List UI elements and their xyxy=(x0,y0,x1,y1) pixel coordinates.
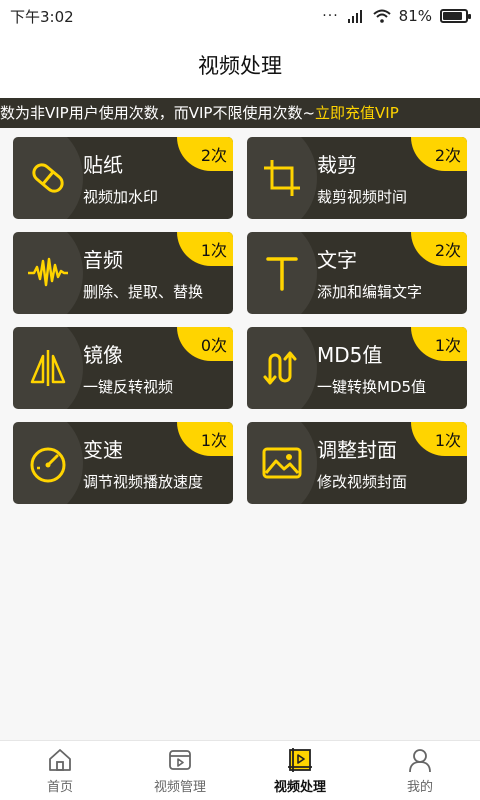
usage-count-badge: 2次 xyxy=(411,137,467,171)
nav-item-video-manage[interactable]: 视频管理 xyxy=(120,741,240,800)
crop-icon xyxy=(247,137,317,219)
card-subtitle: 修改视频封面 xyxy=(317,473,408,491)
nav-item-video-process[interactable]: 视频处理 xyxy=(240,741,360,800)
status-time: 下午3:02 xyxy=(10,7,74,26)
card-subtitle: 添加和编辑文字 xyxy=(317,283,423,301)
feature-card-cover[interactable]: 调整封面 修改视频封面 1次 xyxy=(247,422,467,504)
nav-label: 我的 xyxy=(406,779,433,795)
feature-card-text[interactable]: 文字 添加和编辑文字 2次 xyxy=(247,232,467,314)
video-process-icon xyxy=(288,747,312,772)
signal-icon xyxy=(347,10,362,23)
text-icon xyxy=(247,232,317,314)
card-subtitle: 调节视频播放速度 xyxy=(83,473,204,491)
feature-card-sticker[interactable]: 贴纸 视频加水印 2次 xyxy=(13,137,233,219)
card-title: MD5值 xyxy=(317,343,383,367)
status-icons: ··· 81% xyxy=(322,7,471,25)
battery-percent: 81% xyxy=(398,7,432,25)
feature-card-speed[interactable]: 变速 调节视频播放速度 1次 xyxy=(13,422,233,504)
card-subtitle: 一键反转视频 xyxy=(83,378,174,396)
card-title: 调整封面 xyxy=(317,438,397,462)
feature-card-crop[interactable]: 裁剪 裁剪视频时间 2次 xyxy=(247,137,467,219)
home-icon xyxy=(49,748,71,771)
md5-icon xyxy=(247,327,317,409)
user-icon xyxy=(409,748,431,772)
notice-text: 数为非VIP用户使用次数，而VIP不限使用次数~ xyxy=(0,104,316,122)
card-subtitle: 裁剪视频时间 xyxy=(317,188,408,206)
nav-label: 视频处理 xyxy=(273,779,326,795)
vip-notice-banner: 数为非VIP用户使用次数，而VIP不限使用次数~立即充值VIP xyxy=(0,98,480,128)
feature-card-md5[interactable]: MD5值 一键转换MD5值 1次 xyxy=(247,327,467,409)
feature-card-audio[interactable]: 音频 删除、提取、替换 1次 xyxy=(13,232,233,314)
notification-dots-icon: ··· xyxy=(322,8,339,24)
wifi-icon xyxy=(372,9,391,23)
battery-icon xyxy=(440,9,471,23)
recharge-vip-link[interactable]: 立即充值VIP xyxy=(315,104,399,122)
card-title: 裁剪 xyxy=(317,153,357,177)
usage-count-badge: 1次 xyxy=(411,422,467,456)
video-manage-icon xyxy=(169,749,191,770)
nav-item-profile[interactable]: 我的 xyxy=(360,741,480,800)
nav-item-home[interactable]: 首页 xyxy=(0,741,120,800)
card-title: 贴纸 xyxy=(83,153,123,177)
feature-grid: 贴纸 视频加水印 2次 裁剪 裁剪视频时间 2次 音频 删除、提取、替换 1次 … xyxy=(13,137,467,504)
mirror-icon xyxy=(13,327,83,409)
bottom-nav: 首页 视频管理 视频处理 我的 xyxy=(0,740,480,800)
usage-count-badge: 2次 xyxy=(177,137,233,171)
nav-label: 视频管理 xyxy=(153,779,206,795)
card-title: 文字 xyxy=(317,248,357,272)
bandage-icon xyxy=(13,137,83,219)
card-subtitle: 视频加水印 xyxy=(83,188,159,206)
feature-card-mirror[interactable]: 镜像 一键反转视频 0次 xyxy=(13,327,233,409)
status-bar: 下午3:02 ··· 81% xyxy=(0,0,480,32)
card-title: 镜像 xyxy=(83,343,123,367)
app-header: 视频处理 xyxy=(0,32,480,98)
card-subtitle: 删除、提取、替换 xyxy=(83,283,204,301)
image-icon xyxy=(247,422,317,504)
waveform-icon xyxy=(13,232,83,314)
speedometer-icon xyxy=(13,422,83,504)
page-title: 视频处理 xyxy=(198,54,282,78)
usage-count-badge: 0次 xyxy=(177,327,233,361)
nav-label: 首页 xyxy=(46,779,73,795)
card-subtitle: 一键转换MD5值 xyxy=(317,378,427,396)
